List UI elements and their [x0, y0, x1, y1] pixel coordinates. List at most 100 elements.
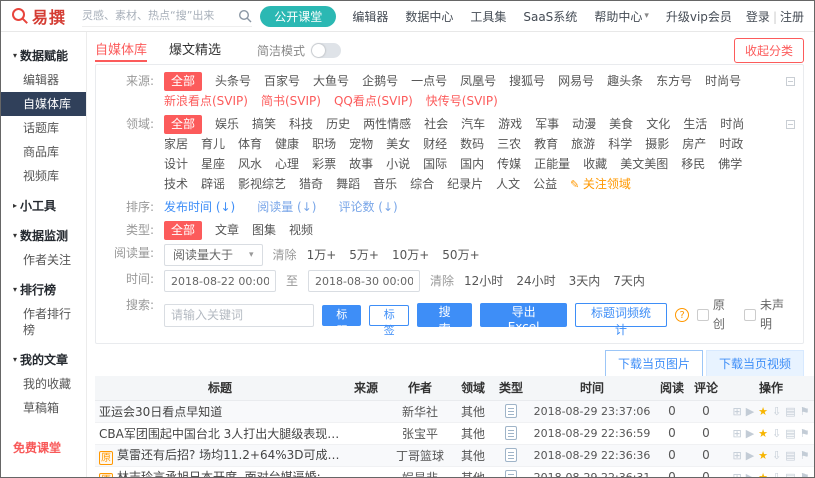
article-author[interactable]: 娱是非	[387, 466, 453, 477]
grid-icon[interactable]: ⊞	[732, 428, 741, 439]
search-button[interactable]: 搜索	[416, 303, 473, 336]
source-chip[interactable]: 快传号(SVIP)	[426, 92, 498, 111]
domain-chip[interactable]: 影视综艺	[238, 175, 286, 194]
time-to-input[interactable]	[308, 270, 421, 292]
source-chip[interactable]: 新浪看点(SVIP)	[164, 92, 248, 111]
reads-option[interactable]: 10万+	[392, 246, 429, 265]
star-icon[interactable]: ★	[758, 450, 768, 461]
domain-chip[interactable]: 历史	[326, 115, 350, 134]
source-chip[interactable]: 一点号	[411, 72, 447, 91]
domain-chip[interactable]: 汽车	[461, 115, 485, 134]
sidebar-item[interactable]: ▾ 数据监测	[1, 224, 86, 248]
download-tab[interactable]: 下载当页视频	[705, 350, 804, 376]
sort-option[interactable]: 阅读量 (↓)	[257, 198, 316, 217]
sidebar-item[interactable]: ▾ 数据赋能	[1, 44, 86, 68]
source-chip[interactable]: 时尚号	[705, 72, 741, 91]
sidebar-item[interactable]: 我的收藏	[1, 372, 86, 396]
domain-chip[interactable]: 宠物	[349, 135, 373, 154]
domain-chip[interactable]: 公益	[533, 175, 557, 194]
domain-chip[interactable]: 时尚	[720, 115, 744, 134]
domain-chip[interactable]: 技术	[164, 175, 188, 194]
article-title[interactable]: 莫雷还有后招? 场均11.2+64%3D可成最强绝配，一特质完...	[117, 448, 345, 462]
star-icon[interactable]: ★	[758, 472, 768, 478]
star-icon[interactable]: ★	[758, 428, 768, 439]
domain-chip[interactable]: 国际	[423, 155, 447, 174]
search-by-title-button[interactable]: 标题	[322, 304, 362, 337]
top-nav-item[interactable]: 工具集	[470, 8, 506, 25]
sidebar-item[interactable]: 作者排行榜	[1, 302, 86, 342]
top-nav-item[interactable]: 数据中心	[405, 8, 453, 25]
domain-chip[interactable]: 游戏	[498, 115, 522, 134]
time-clear-link[interactable]: 清除	[430, 272, 454, 291]
table-row[interactable]: CBA军团围起中国台北 3人打出大腿级表现 宝岛勒布朗初露底... 张宝平 其他…	[95, 422, 814, 445]
domain-chip[interactable]: 文化	[646, 115, 670, 134]
download-icon[interactable]: ⇩	[772, 472, 781, 478]
download-icon[interactable]: ⇩	[772, 406, 781, 417]
domain-chip[interactable]: 房产	[682, 135, 706, 154]
sidebar-item[interactable]: ▾ 我的文章	[1, 348, 86, 372]
domain-chip[interactable]: 动漫	[572, 115, 596, 134]
stats-icon[interactable]: ▤	[785, 406, 795, 417]
sidebar-item[interactable]: ▸ 小工具	[1, 194, 86, 218]
article-author[interactable]: 张宝平	[387, 422, 453, 445]
source-chip[interactable]: 全部	[164, 72, 203, 91]
domain-chip[interactable]: 心理	[275, 155, 299, 174]
login-link[interactable]: 登录	[746, 10, 770, 24]
time-quick-option[interactable]: 24小时	[516, 272, 555, 291]
domain-chip[interactable]: 猎奇	[299, 175, 323, 194]
table-row[interactable]: 原林志玲言承旭日本开席, 面对台媒逼婚: 我都44了 还不能... 娱是非 其他…	[95, 466, 814, 478]
domain-chip[interactable]: 星座	[201, 155, 225, 174]
domain-chip[interactable]: 体育	[238, 135, 262, 154]
search-icon[interactable]	[238, 9, 252, 23]
type-chip[interactable]: 全部	[164, 221, 203, 240]
domain-chip[interactable]: 辟谣	[201, 175, 225, 194]
time-quick-option[interactable]: 12小时	[464, 272, 503, 291]
domain-chip[interactable]: 音乐	[373, 175, 397, 194]
stats-icon[interactable]: ▤	[785, 428, 795, 439]
source-chip[interactable]: 企鹅号	[362, 72, 398, 91]
flag-icon[interactable]: ⚑	[800, 428, 810, 439]
title-word-frequency-button[interactable]: 标题词频统计	[574, 303, 668, 337]
help-icon[interactable]: ?	[675, 308, 690, 322]
play-icon[interactable]: ▶	[746, 406, 754, 417]
domain-chip[interactable]: 美女	[386, 135, 410, 154]
domain-chip[interactable]: 数码	[460, 135, 484, 154]
domain-chip[interactable]: 全部	[164, 115, 203, 134]
source-chip[interactable]: 搜狐号	[509, 72, 545, 91]
type-chip[interactable]: 文章	[215, 221, 239, 240]
stats-icon[interactable]: ▤	[785, 450, 795, 461]
time-quick-option[interactable]: 3天内	[569, 272, 601, 291]
content-tab[interactable]: 自媒体库	[95, 39, 148, 62]
grid-icon[interactable]: ⊞	[732, 450, 741, 461]
domain-chip[interactable]: 小说	[386, 155, 410, 174]
collapse-row-icon[interactable]	[786, 120, 795, 129]
domain-chip[interactable]: 社会	[424, 115, 448, 134]
source-chip[interactable]: 网易号	[558, 72, 594, 91]
type-chip[interactable]: 图集	[252, 221, 276, 240]
article-title[interactable]: CBA军团围起中国台北 3人打出大腿级表现 宝岛勒布朗初露底...	[99, 427, 345, 441]
article-author[interactable]: 新华社	[387, 400, 453, 423]
domain-chip[interactable]: 职场	[312, 135, 336, 154]
header-search-input[interactable]	[82, 9, 239, 22]
flag-icon[interactable]: ⚑	[800, 450, 810, 461]
source-chip[interactable]: 凤凰号	[460, 72, 496, 91]
logo[interactable]: 易撰	[11, 4, 66, 28]
reads-option[interactable]: 5万+	[349, 246, 379, 265]
domain-chip[interactable]: 家居	[164, 135, 188, 154]
grid-icon[interactable]: ⊞	[732, 406, 741, 417]
content-tab[interactable]: 爆文精选	[169, 39, 221, 62]
flag-icon[interactable]: ⚑	[800, 406, 810, 417]
domain-chip[interactable]: 科学	[608, 135, 632, 154]
domain-chip[interactable]: 佛学	[718, 155, 742, 174]
reads-option[interactable]: 1万+	[307, 246, 337, 265]
export-excel-button[interactable]: 导出Excel	[480, 303, 567, 334]
domain-chip[interactable]: 健康	[275, 135, 299, 154]
domain-chip[interactable]: 彩票	[312, 155, 336, 174]
domain-chip[interactable]: 纪录片	[447, 175, 483, 194]
keyword-input[interactable]	[164, 303, 314, 327]
top-nav-item[interactable]: 编辑器	[352, 8, 388, 25]
sort-option[interactable]: 发布时间 (↓)	[164, 198, 235, 217]
domain-chip[interactable]: 生活	[683, 115, 707, 134]
register-link[interactable]: 注册	[780, 10, 804, 24]
domain-chip[interactable]: 收藏	[583, 155, 607, 174]
